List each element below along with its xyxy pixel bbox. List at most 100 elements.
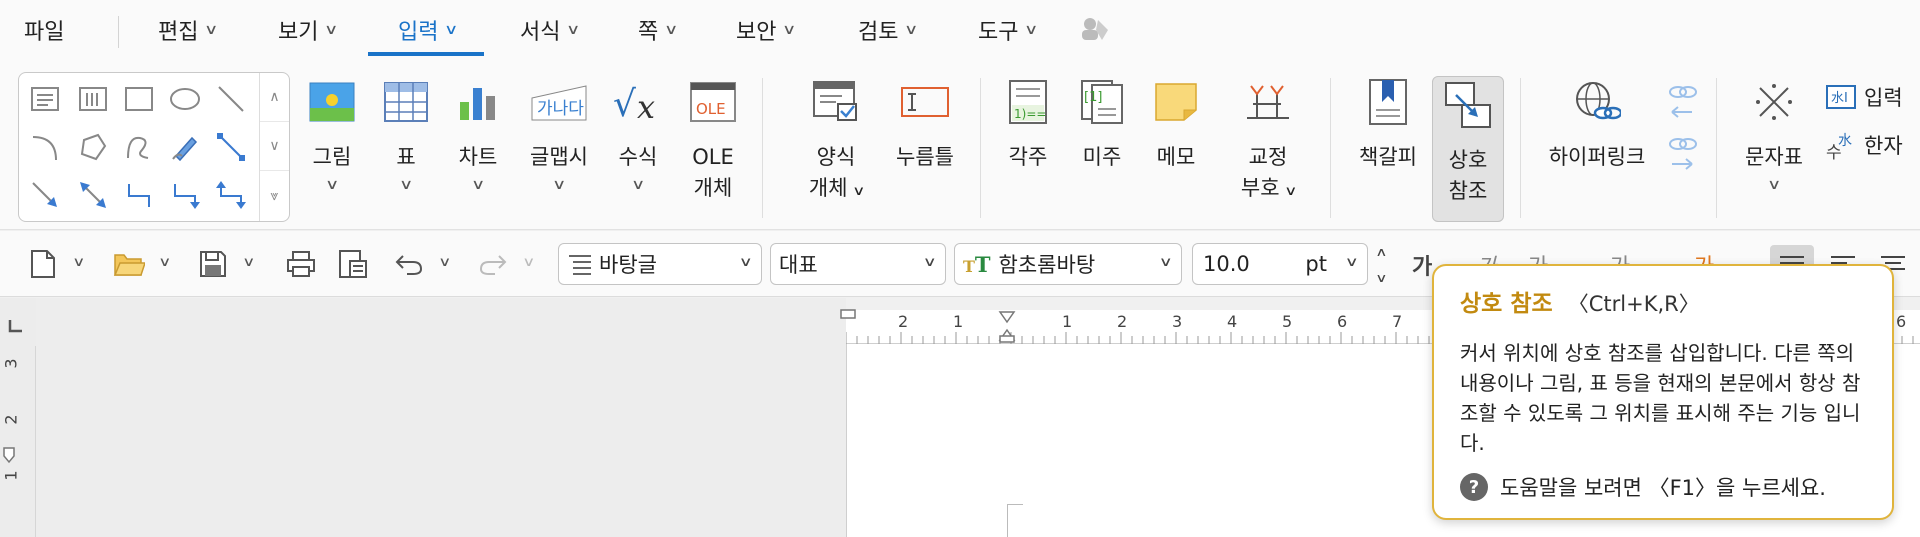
insert-table-button[interactable]: 표 ∨	[380, 74, 432, 224]
shape-gallery: ∧ ∨ ⩔	[18, 72, 290, 222]
gallery-scroll-up-icon[interactable]: ∧	[260, 73, 289, 122]
insert-proofreading-mark-button[interactable]: 교정 부호 ∨	[1232, 74, 1304, 224]
vertical-indent-marker-icon[interactable]	[2, 446, 16, 468]
insert-ole-object-button[interactable]: OLE OLE 개체	[684, 74, 742, 224]
polygon-icon[interactable]	[73, 127, 113, 167]
menu-insert-label: 입력	[398, 20, 439, 45]
chevron-down-icon[interactable]: ∨	[158, 255, 171, 270]
hanja-button[interactable]: 수水 한자	[1826, 130, 1903, 160]
insert-form-object-button[interactable]: 양식 개체 ∨	[796, 74, 876, 224]
insert-character-map-button[interactable]: 문자표 ∨	[1736, 74, 1812, 224]
proofreading-label-line1: 교정	[1248, 145, 1288, 169]
arrow-line-icon[interactable]	[25, 175, 65, 215]
font-language-select[interactable]: 대표 ∨	[770, 243, 946, 285]
chevron-down-icon: ∨	[904, 22, 919, 38]
insert-cross-reference-button[interactable]: 상호 참조	[1432, 76, 1504, 222]
insert-memo-button[interactable]: 메모	[1150, 74, 1202, 224]
table-label: 표	[396, 145, 416, 169]
menu-page[interactable]: 쪽 ∨	[638, 14, 679, 46]
new-document-icon[interactable]	[26, 247, 60, 281]
menu-edit[interactable]: 편집 ∨	[158, 14, 219, 46]
print-preview-icon[interactable]	[336, 247, 370, 281]
insert-wordart-button[interactable]: 가나다 글맵시 ∨	[524, 74, 594, 224]
connector-straight-icon[interactable]	[211, 127, 251, 167]
tab-type-icon[interactable]	[8, 318, 24, 337]
chevron-down-icon[interactable]: ∨	[242, 255, 255, 270]
ruler-number: 2	[898, 312, 909, 331]
font-name-select[interactable]: TT 함초롬바탕 ∨	[954, 243, 1182, 285]
gallery-scrollbar[interactable]: ∧ ∨ ⩔	[259, 73, 289, 221]
rectangle-icon[interactable]	[119, 79, 159, 119]
gallery-expand-icon[interactable]: ⩔	[260, 171, 289, 220]
insert-footnote-button[interactable]: 1)== 각주	[1002, 74, 1054, 224]
paragraph-style-value: 바탕글	[599, 253, 657, 277]
elbow-double-arrow-connector-icon[interactable]	[211, 175, 251, 215]
ribbon-separator	[762, 78, 763, 218]
hyperlink-icon	[1571, 74, 1623, 130]
collaboration-icon[interactable]	[1078, 14, 1112, 48]
insert-endnote-button[interactable]: [1] 미주	[1076, 74, 1128, 224]
ruler-number: 2	[1, 414, 21, 425]
open-folder-icon[interactable]	[112, 247, 146, 281]
menu-view-label: 보기	[278, 20, 319, 45]
link-previous-icon[interactable]	[1666, 80, 1700, 128]
cross-reference-tooltip: 상호 참조 〈Ctrl+K,R〉 커서 위치에 상호 참조를 삽입합니다. 다른…	[1432, 264, 1894, 520]
insert-picture-button[interactable]: 그림 ∨	[304, 74, 360, 224]
menu-review[interactable]: 검토 ∨	[858, 14, 919, 46]
curve-icon[interactable]	[119, 127, 159, 167]
line-icon[interactable]	[211, 79, 251, 119]
left-margin-marker-icon[interactable]	[840, 304, 856, 323]
menu-view[interactable]: 보기 ∨	[278, 14, 339, 46]
vertical-ruler[interactable]: 3 2 1	[0, 346, 36, 537]
pen-icon[interactable]	[165, 127, 205, 167]
chevron-down-icon[interactable]: ∨	[438, 255, 451, 270]
chevron-down-icon: ∨	[398, 177, 414, 193]
bookmark-icon	[1362, 74, 1414, 130]
undo-icon[interactable]	[392, 247, 426, 281]
textbox-horizontal-icon[interactable]	[25, 79, 65, 119]
spin-up-icon[interactable]: ∧	[1375, 245, 1387, 259]
cross-reference-icon	[1442, 77, 1494, 133]
paragraph-style-select[interactable]: 바탕글 ∨	[558, 243, 762, 285]
menu-file[interactable]: 파일	[24, 14, 64, 46]
wordart-icon: 가나다	[529, 74, 589, 130]
ruler-number: 1	[1062, 312, 1073, 331]
bold-button[interactable]: 가	[1412, 249, 1432, 281]
menu-tools[interactable]: 도구 ∨	[978, 14, 1039, 46]
redo-icon[interactable]	[476, 247, 510, 281]
ruler-number: 1	[953, 312, 964, 331]
menu-format[interactable]: 서식 ∨	[520, 14, 581, 46]
ellipse-icon[interactable]	[165, 79, 205, 119]
elbow-arrow-connector-icon[interactable]	[165, 175, 205, 215]
menu-security[interactable]: 보안 ∨	[736, 14, 797, 46]
chevron-down-icon[interactable]: ∨	[522, 255, 535, 270]
font-type-icon-letter: T	[974, 251, 991, 277]
picture-icon	[306, 74, 358, 130]
textbox-vertical-icon[interactable]	[73, 79, 113, 119]
endnote-icon: [1]	[1076, 74, 1128, 130]
input-method-button[interactable]: 水I 입력	[1826, 82, 1903, 112]
input-method-label: 입력	[1864, 86, 1903, 110]
indent-marker-icon[interactable]	[998, 310, 1016, 348]
font-size-select[interactable]: 10.0 pt ∨	[1192, 243, 1368, 285]
insert-equation-button[interactable]: √ x 수식 ∨	[610, 74, 666, 224]
cross-reference-label-line1: 상호	[1448, 148, 1488, 172]
chevron-down-icon[interactable]: ∨	[72, 255, 85, 270]
font-size-spinner[interactable]: ∧ ∨	[1370, 245, 1392, 285]
arc-icon[interactable]	[25, 127, 65, 167]
double-arrow-line-icon[interactable]	[73, 175, 113, 215]
link-next-icon[interactable]	[1666, 132, 1700, 180]
bookmark-label: 책갈피	[1359, 145, 1417, 169]
insert-chart-button[interactable]: 차트 ∨	[452, 74, 504, 224]
gallery-scroll-down-icon[interactable]: ∨	[260, 122, 289, 171]
insert-bookmark-button[interactable]: 책갈피	[1350, 74, 1426, 224]
menu-insert[interactable]: 입력 ∨	[398, 14, 459, 46]
spin-down-icon[interactable]: ∨	[1375, 271, 1387, 285]
save-icon[interactable]	[196, 247, 230, 281]
print-icon[interactable]	[284, 247, 318, 281]
insert-click-here-field-button[interactable]: 누름틀	[890, 74, 960, 224]
elbow-connector-icon[interactable]	[119, 175, 159, 215]
insert-hyperlink-button[interactable]: 하이퍼링크	[1542, 74, 1652, 224]
ruler-number: 5	[1282, 312, 1293, 331]
help-icon: ?	[1460, 473, 1488, 501]
